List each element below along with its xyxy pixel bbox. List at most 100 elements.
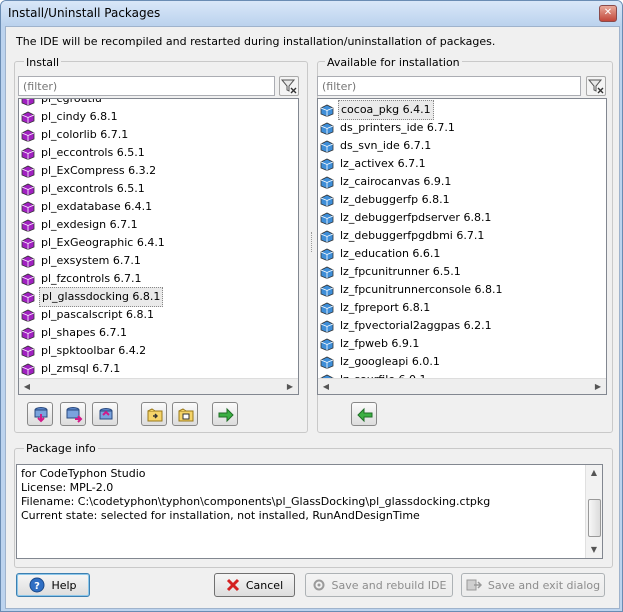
scroll-left-icon[interactable]: ◀ (19, 379, 35, 394)
list-item[interactable]: pl_ExCompress 6.3.2 (21, 162, 167, 180)
package-icon (21, 165, 35, 178)
save-rebuild-button[interactable]: Save and rebuild IDE (305, 573, 453, 597)
package-icon (320, 140, 334, 153)
list-item[interactable]: lz_debuggerfp 6.8.1 (320, 191, 505, 209)
save-rebuild-label: Save and rebuild IDE (331, 578, 447, 592)
scroll-up-icon[interactable]: ▲ (586, 465, 602, 481)
list-item[interactable]: lz_fpreport 6.8.1 (320, 299, 505, 317)
package-icon (320, 356, 334, 369)
arrow-right-icon (218, 407, 234, 423)
list-item[interactable]: lz_debuggerfpgdbmi 6.7.1 (320, 227, 505, 245)
list-item-label: lz_activex 6.7.1 (340, 157, 426, 170)
list-item[interactable]: lz_cairocanvas 6.9.1 (320, 173, 505, 191)
list-item[interactable]: lz_education 6.6.1 (320, 245, 505, 263)
svg-text:?: ? (35, 581, 41, 592)
move-to-uninstall-button[interactable] (351, 402, 377, 426)
package-icon (21, 99, 35, 106)
save-exit-label: Save and exit dialog (487, 578, 601, 592)
list-item[interactable]: lz_fpweb 6.9.1 (320, 335, 505, 353)
list-item[interactable]: pl_exdesign 6.7.1 (21, 216, 167, 234)
list-item[interactable]: pl_fzcontrols 6.7.1 (21, 270, 167, 288)
install-filter-input[interactable] (18, 76, 275, 96)
list-item-label: ds_printers_ide 6.7.1 (340, 121, 455, 134)
install-list[interactable]: pl_cgroutlu pl_cindy 6.8.1 pl_colorlib 6.7… (18, 98, 299, 395)
list-item-label: pl_fzcontrols 6.7.1 (41, 272, 142, 285)
package-icon (320, 104, 334, 117)
close-button[interactable]: ✕ (599, 5, 617, 22)
package-info-text[interactable]: for CodeTyphon Studio License: MPL-2.0 F… (16, 464, 603, 559)
list-item-label: ds_svn_ide 6.7.1 (340, 139, 432, 152)
list-item-label: pl_shapes 6.7.1 (41, 326, 127, 339)
list-item[interactable]: ds_svn_ide 6.7.1 (320, 137, 505, 155)
move-to-install-button[interactable] (212, 402, 238, 426)
package-icon (21, 219, 35, 232)
list-item[interactable]: pl_shapes 6.7.1 (21, 324, 167, 342)
package-down-icon (34, 407, 48, 423)
cancel-button[interactable]: Cancel (214, 573, 295, 597)
package-icon (21, 147, 35, 160)
list-item-label: lz_fpreport 6.8.1 (340, 301, 431, 314)
list-item[interactable]: pl_zmsql 6.7.1 (21, 360, 167, 378)
scroll-thumb[interactable] (588, 499, 601, 537)
scroll-right-icon[interactable]: ▶ (590, 379, 606, 394)
list-item[interactable]: pl_glassdocking 6.8.1 (21, 287, 167, 307)
scroll-left-icon[interactable]: ◀ (318, 379, 334, 394)
list-item-label: pl_exdatabase 6.4.1 (41, 200, 153, 213)
package-icon (320, 248, 334, 261)
list-item[interactable]: cocoa_pkg 6.4.1 (320, 100, 505, 120)
available-filter-clear-button[interactable] (586, 76, 606, 96)
list-item-label: lz_debuggerfp 6.8.1 (340, 193, 450, 206)
list-item[interactable]: lz_debuggerfpdserver 6.8.1 (320, 209, 505, 227)
export-list-button[interactable] (172, 402, 198, 426)
package-icon (21, 111, 35, 124)
list-item[interactable]: pl_pascalscript 6.8.1 (21, 306, 167, 324)
install-hscrollbar[interactable]: ◀ ▶ (19, 378, 298, 394)
list-item[interactable]: pl_cgroutlu (21, 99, 167, 108)
arrow-left-icon (357, 407, 373, 423)
panel-splitter[interactable] (311, 232, 314, 252)
list-item-label: pl_exsystem 6.7.1 (41, 254, 141, 267)
import-list-button[interactable] (141, 402, 167, 426)
folder-open-icon (147, 408, 163, 422)
list-item-label: pl_colorlib 6.7.1 (41, 128, 129, 141)
funnel-clear-icon (280, 79, 297, 94)
uninstall-all-button[interactable] (60, 402, 86, 426)
list-item[interactable]: pl_ExGeographic 6.4.1 (21, 234, 167, 252)
uninstall-selected-button[interactable] (27, 402, 53, 426)
list-item[interactable]: pl_cindy 6.8.1 (21, 108, 167, 126)
list-item-label: pl_spktoolbar 6.4.2 (41, 344, 147, 357)
list-item-label: pl_ExCompress 6.3.2 (41, 164, 157, 177)
list-item[interactable]: lz_fpcunitrunner 6.5.1 (320, 263, 505, 281)
install-up-button[interactable] (92, 402, 118, 426)
list-item[interactable]: lz_activex 6.7.1 (320, 155, 505, 173)
list-item[interactable]: pl_exdatabase 6.4.1 (21, 198, 167, 216)
scroll-down-icon[interactable]: ▼ (586, 542, 602, 558)
list-item[interactable]: pl_spktoolbar 6.4.2 (21, 342, 167, 360)
help-button[interactable]: ? Help (16, 573, 90, 597)
title-bar[interactable]: Install/Uninstall Packages ✕ (1, 1, 622, 25)
save-exit-button[interactable]: Save and exit dialog (461, 573, 605, 597)
package-icon (320, 122, 334, 135)
list-item[interactable]: pl_eccontrols 6.5.1 (21, 144, 167, 162)
available-filter-input[interactable] (317, 76, 581, 96)
list-item[interactable]: pl_excontrols 6.5.1 (21, 180, 167, 198)
list-item[interactable]: lz_fpvectorial2aggpas 6.2.1 (320, 317, 505, 335)
list-item-label: lz_fpvectorial2aggpas 6.2.1 (340, 319, 492, 332)
help-button-label: Help (51, 578, 77, 592)
package-icon (320, 176, 334, 189)
list-item[interactable]: pl_exsystem 6.7.1 (21, 252, 167, 270)
scroll-right-icon[interactable]: ▶ (282, 379, 298, 394)
list-item[interactable]: ds_printers_ide 6.7.1 (320, 119, 505, 137)
package-info-vscrollbar[interactable]: ▲ ▼ (585, 465, 602, 558)
install-filter-clear-button[interactable] (279, 76, 299, 96)
list-item-label: lz_fpweb 6.9.1 (340, 337, 420, 350)
package-icon (21, 327, 35, 340)
package-icon (21, 309, 35, 322)
list-item[interactable]: lz_fpcunitrunnerconsole 6.8.1 (320, 281, 505, 299)
package-remove-icon (66, 407, 83, 423)
list-item[interactable]: pl_colorlib 6.7.1 (21, 126, 167, 144)
available-hscrollbar[interactable]: ◀ ▶ (318, 378, 606, 394)
available-list[interactable]: cocoa_pkg 6.4.1 ds_printers_ide 6.7.1 ds_s… (317, 98, 607, 395)
list-item[interactable]: lz_googleapi 6.0.1 (320, 353, 505, 371)
package-icon (320, 230, 334, 243)
